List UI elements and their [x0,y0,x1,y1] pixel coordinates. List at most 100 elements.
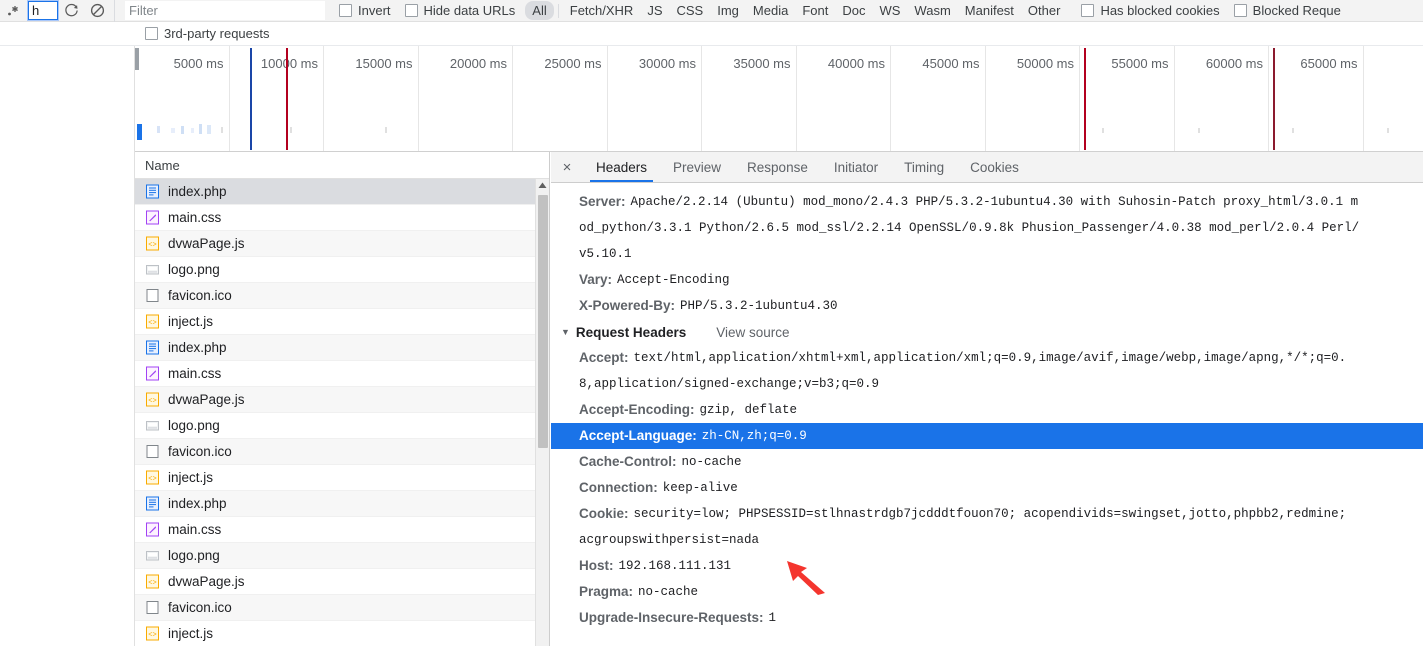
request-name: dvwaPage.js [168,392,245,407]
type-filter-other[interactable]: Other [1021,1,1068,20]
request-list-scrollbar[interactable] [535,179,549,646]
scrollbar-thumb[interactable] [538,195,548,448]
regex-filter-input[interactable]: h [27,0,59,21]
request-name: main.css [168,366,222,381]
header-row[interactable]: Connection: keep-alive [551,475,1423,501]
header-row[interactable]: Accept: text/html,application/xhtml+xml,a… [551,345,1423,371]
overview-timeline-track[interactable]: 5000 ms 10000 ms 15000 ms 20000 ms 25000 ms 3… [135,46,1423,152]
clear-network-log-icon[interactable] [84,0,110,22]
request-name: logo.png [168,548,220,563]
image-icon [145,418,160,433]
request-name: logo.png [168,262,220,277]
header-row[interactable]: Cache-Control: no-cache [551,449,1423,475]
chevron-down-icon[interactable]: ▼ [561,327,570,337]
overview-selection-handle[interactable] [135,48,139,70]
table-row[interactable]: index.php [135,179,549,205]
tab-response[interactable]: Response [734,152,821,182]
header-row[interactable]: Vary: Accept-Encoding [551,267,1423,293]
header-key: Accept: [579,350,629,365]
type-filter-media[interactable]: Media [746,1,795,20]
close-icon[interactable]: × [551,152,583,182]
table-row[interactable]: logo.png [135,543,549,569]
overview-marker-dom-content-loaded [250,48,252,150]
request-name: index.php [168,340,227,355]
overview-tick-slot: 65000 ms [1269,46,1364,151]
type-filter-doc[interactable]: Doc [835,1,872,20]
table-row[interactable]: <> dvwaPage.js [135,569,549,595]
type-filter-fetch-xhr[interactable]: Fetch/XHR [563,1,641,20]
details-tabstrip: × Headers Preview Response Initiator Timing C… [551,152,1423,183]
table-row[interactable]: index.php [135,335,549,361]
overview-tick-slot: 30000 ms [608,46,702,151]
request-name: logo.png [168,418,220,433]
request-name: inject.js [168,470,214,485]
type-filter-manifest[interactable]: Manifest [958,1,1021,20]
network-filter-toolbar-row2: 3rd-party requests [0,22,1423,46]
table-row[interactable]: index.php [135,491,549,517]
table-row[interactable]: <> inject.js [135,465,549,491]
table-row[interactable]: logo.png [135,413,549,439]
checkbox-box[interactable] [1081,4,1095,17]
hide-data-urls-checkbox[interactable]: Hide data URLs [404,3,516,18]
overview-tick-label: 65000 ms [1300,56,1358,71]
table-row[interactable]: main.css [135,361,549,387]
checkbox-box[interactable] [404,4,418,17]
type-filter-font[interactable]: Font [795,1,835,20]
header-row[interactable]: Cookie: security=low; PHPSESSID=stlhnastr… [551,501,1423,527]
third-party-requests-checkbox[interactable]: 3rd-party requests [145,26,270,41]
table-row[interactable]: main.css [135,517,549,543]
header-value: Apache/2.2.14 (Ubuntu) mod_mono/2.4.3 PH… [630,195,1359,209]
view-source-link[interactable]: View source [716,325,789,340]
tab-timing[interactable]: Timing [891,152,957,182]
header-row[interactable]: Pragma: no-cache [551,579,1423,605]
overview-tick-label: 5000 ms [173,56,224,71]
has-blocked-cookies-checkbox[interactable]: Has blocked cookies [1081,3,1220,18]
type-filter-divider [557,3,559,18]
overview-request-band [290,127,292,133]
header-row[interactable]: Server: Apache/2.2.14 (Ubuntu) mod_mono/2… [551,189,1423,215]
search-input[interactable]: Filter [125,1,325,20]
tab-initiator[interactable]: Initiator [821,152,891,182]
regex-toggle-button[interactable] [0,1,26,21]
header-row[interactable]: Upgrade-Insecure-Requests: 1 [551,605,1423,631]
table-row[interactable]: main.css [135,205,549,231]
header-row[interactable]: Accept-Language: zh-CN,zh;q=0.9 [551,423,1423,449]
tab-headers[interactable]: Headers [583,152,660,182]
table-row[interactable]: favicon.ico [135,283,549,309]
header-key: Server: [579,194,626,209]
tab-preview[interactable]: Preview [660,152,734,182]
request-name: inject.js [168,314,214,329]
header-row[interactable]: X-Powered-By: PHP/5.3.2-1ubuntu4.30 [551,293,1423,319]
scroll-up-icon[interactable] [536,179,549,192]
table-row[interactable]: <> dvwaPage.js [135,231,549,257]
hide-data-urls-label: Hide data URLs [423,3,516,18]
column-header-name[interactable]: Name [135,158,180,173]
blocked-requests-checkbox[interactable]: Blocked Reque [1233,3,1341,18]
invert-checkbox[interactable]: Invert [339,3,391,18]
overview-request-band [1102,128,1104,133]
header-row[interactable]: Accept-Encoding: gzip, deflate [551,397,1423,423]
table-row[interactable]: favicon.ico [135,439,549,465]
request-headers-section-header[interactable]: ▼ Request Headers View source [551,319,1423,345]
type-filter-ws[interactable]: WS [872,1,907,20]
type-filter-css[interactable]: CSS [670,1,711,20]
svg-text:<>: <> [148,476,156,484]
table-row[interactable]: <> dvwaPage.js [135,387,549,413]
type-filter-img[interactable]: Img [710,1,746,20]
checkbox-box[interactable] [1233,4,1247,17]
overview-tick-label: 60000 ms [1205,56,1263,71]
reload-icon[interactable] [58,0,84,22]
type-filter-all[interactable]: All [525,1,554,20]
overview-tick-slot: 10000 ms [230,46,324,151]
generic-file-icon [145,600,160,615]
checkbox-box[interactable] [339,4,352,17]
checkbox-box[interactable] [145,27,158,40]
type-filter-wasm[interactable]: Wasm [907,1,957,20]
table-row[interactable]: favicon.ico [135,595,549,621]
table-row[interactable]: <> inject.js [135,309,549,335]
tab-cookies[interactable]: Cookies [957,152,1032,182]
table-row[interactable]: <> inject.js [135,621,549,646]
table-row[interactable]: logo.png [135,257,549,283]
type-filter-js[interactable]: JS [640,1,669,20]
header-row[interactable]: Host: 192.168.111.131 [551,553,1423,579]
